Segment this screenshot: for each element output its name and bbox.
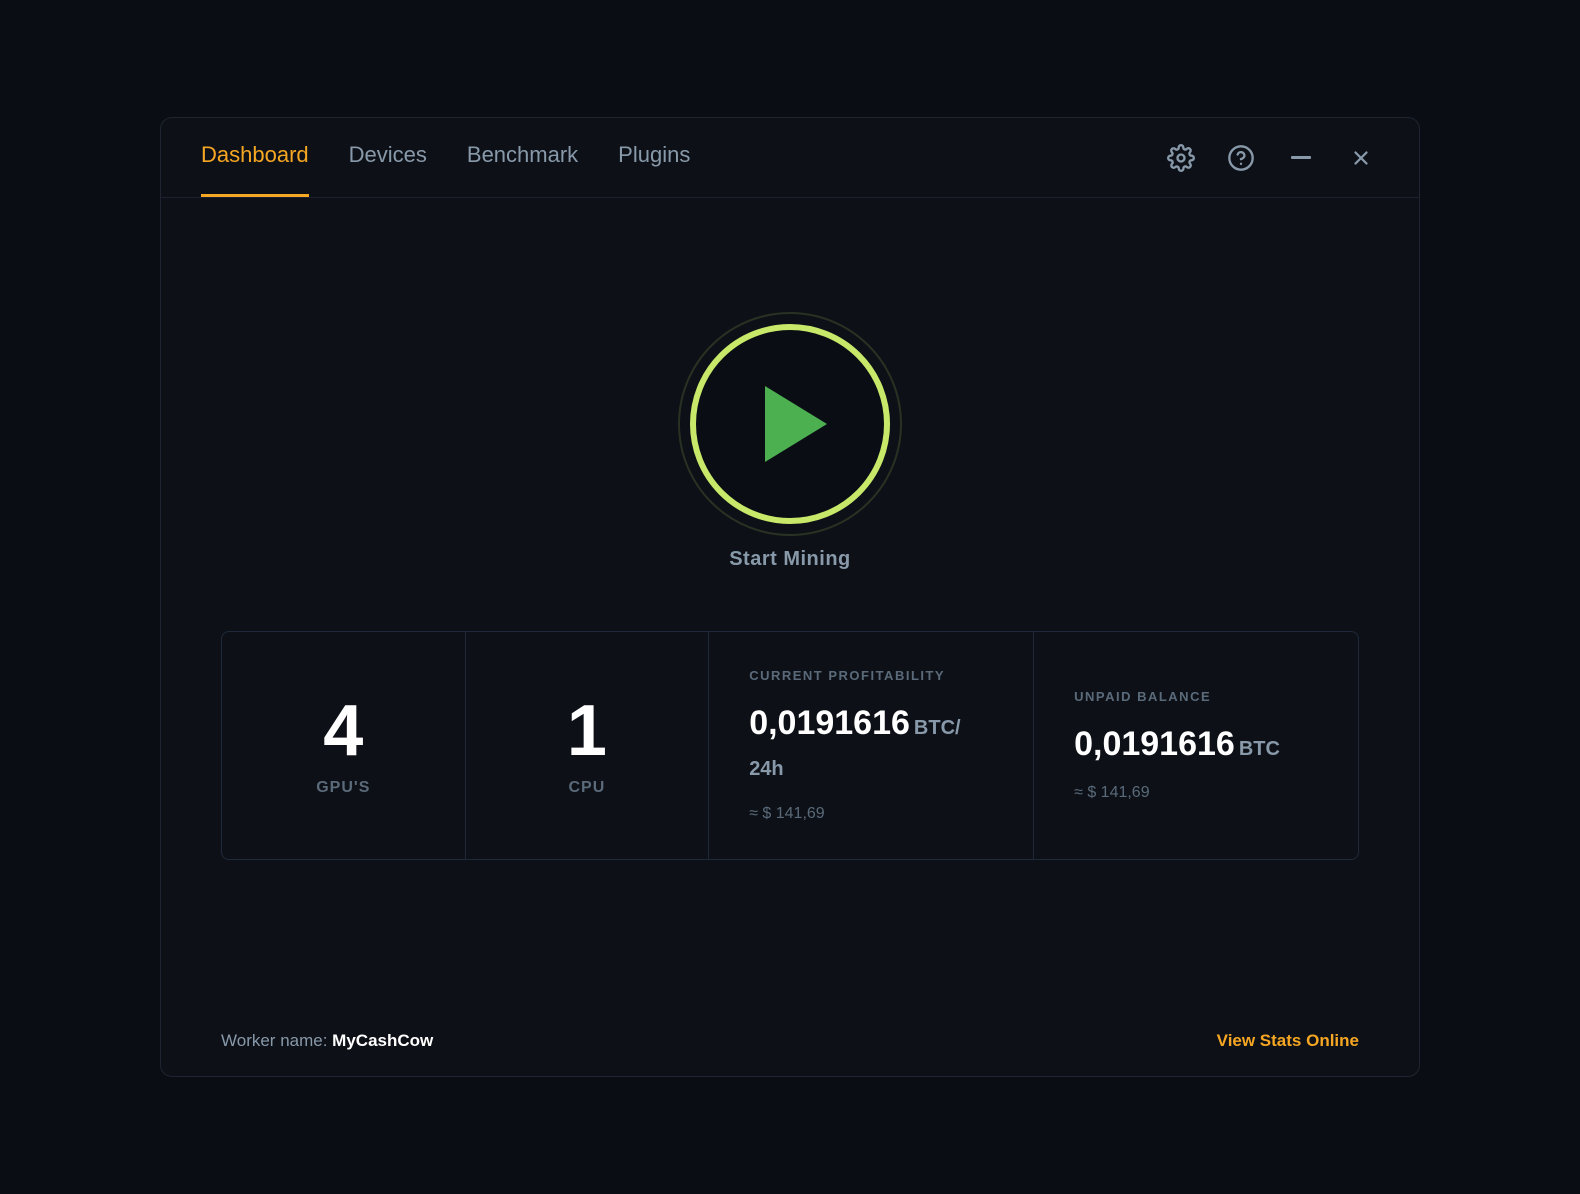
stats-row: 4 GPU'S 1 CPU CURRENT PROFITABILITY 0,01… (221, 631, 1359, 860)
profitability-approx: ≈ $ 141,69 (749, 805, 825, 823)
tab-devices[interactable]: Devices (349, 118, 427, 197)
balance-value: 0,0191616BTC (1074, 724, 1280, 765)
profitability-unit: BTC (914, 717, 955, 739)
app-window: Dashboard Devices Benchmark Plugins (160, 117, 1420, 1077)
play-button-wrapper: Start Mining (690, 324, 890, 571)
gpus-label: GPU'S (316, 779, 370, 797)
worker-label: Worker name: MyCashCow (221, 1031, 433, 1051)
footer-bar: Worker name: MyCashCow View Stats Online (161, 1006, 1419, 1076)
worker-prefix: Worker name: (221, 1031, 332, 1050)
cpu-number: 1 (567, 695, 607, 767)
gpus-number: 4 (323, 695, 363, 767)
balance-unit: BTC (1239, 738, 1280, 760)
profitability-value: 0,0191616BTC/ 24h (749, 703, 993, 785)
tab-dashboard[interactable]: Dashboard (201, 118, 309, 197)
help-icon[interactable] (1223, 140, 1259, 176)
stat-card-balance: UNPAID BALANCE 0,0191616BTC ≈ $ 141,69 (1034, 632, 1358, 859)
play-icon (765, 386, 827, 462)
nav-tabs: Dashboard Devices Benchmark Plugins (201, 118, 690, 197)
settings-icon[interactable] (1163, 140, 1199, 176)
worker-name: MyCashCow (332, 1031, 433, 1050)
tab-benchmark[interactable]: Benchmark (467, 118, 578, 197)
stat-card-gpus: 4 GPU'S (222, 632, 466, 859)
profitability-title: CURRENT PROFITABILITY (749, 668, 945, 683)
stat-card-profitability: CURRENT PROFITABILITY 0,0191616BTC/ 24h … (709, 632, 1034, 859)
balance-number: 0,0191616 (1074, 725, 1235, 763)
close-button[interactable] (1343, 140, 1379, 176)
balance-title: UNPAID BALANCE (1074, 689, 1211, 704)
nav-bar: Dashboard Devices Benchmark Plugins (161, 118, 1419, 198)
minimize-button[interactable] (1283, 140, 1319, 176)
tab-plugins[interactable]: Plugins (618, 118, 690, 197)
profitability-number: 0,0191616 (749, 704, 910, 742)
view-stats-link[interactable]: View Stats Online (1217, 1031, 1359, 1051)
cpu-label: CPU (569, 779, 606, 797)
stat-card-cpu: 1 CPU (466, 632, 710, 859)
main-content: Start Mining 4 GPU'S 1 CPU CURRENT PROFI… (161, 198, 1419, 1006)
nav-actions (1163, 140, 1379, 176)
start-mining-label: Start Mining (729, 548, 851, 571)
balance-approx: ≈ $ 141,69 (1074, 784, 1150, 802)
start-mining-button[interactable] (690, 324, 890, 524)
